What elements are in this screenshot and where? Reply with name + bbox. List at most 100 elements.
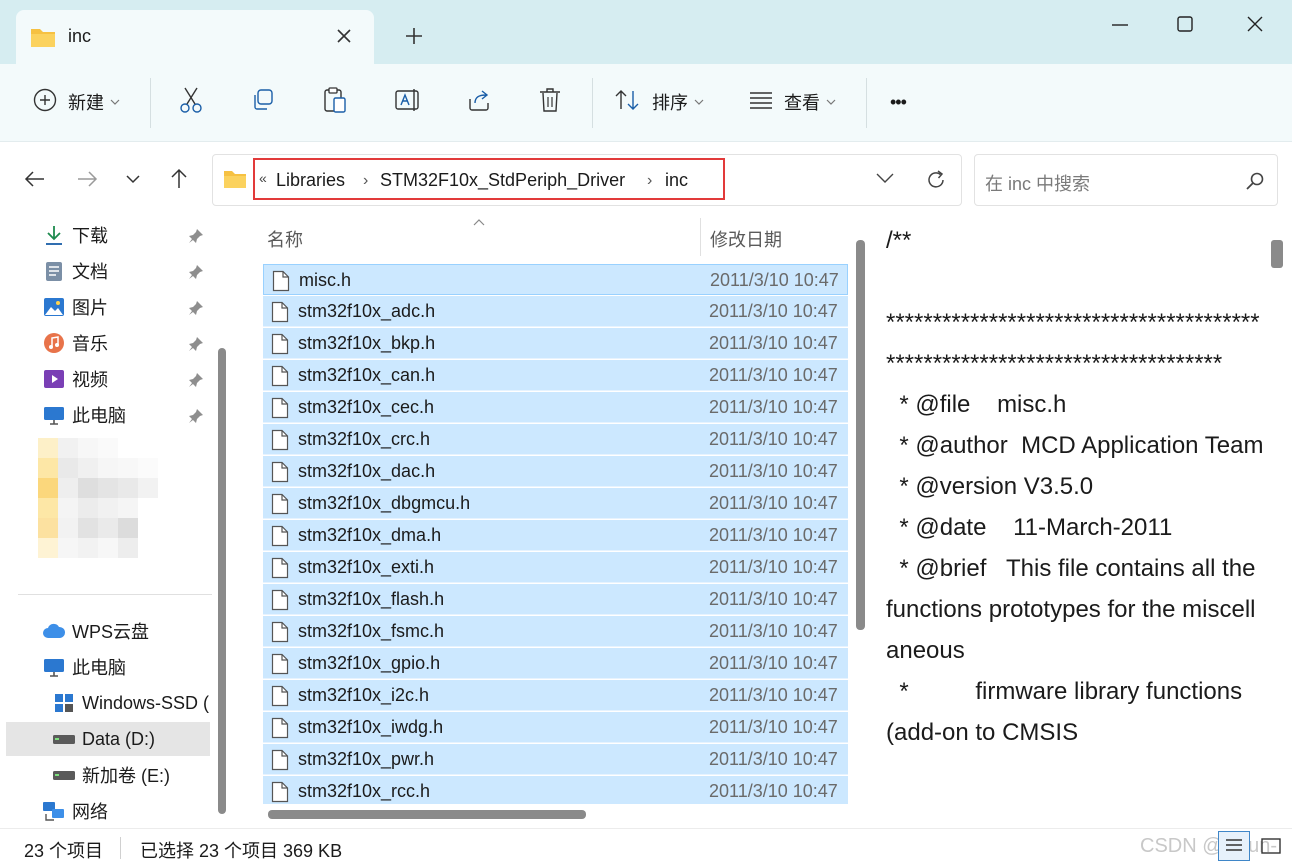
new-label: 新建: [68, 93, 104, 113]
up-arrow-icon[interactable]: [166, 166, 192, 192]
maximize-button[interactable]: [1164, 10, 1204, 40]
drive-icon: [52, 727, 76, 751]
download-icon: [42, 223, 66, 247]
tiles-view-icon[interactable]: [1258, 835, 1284, 862]
sidebar-item-new-volume-e[interactable]: 新加卷 (E:): [52, 758, 170, 792]
sidebar-item-documents[interactable]: 文档: [42, 254, 108, 288]
file-row[interactable]: stm32f10x_exti.h 2011/3/10 10:47: [263, 552, 848, 583]
address-history-chevron-icon[interactable]: [875, 171, 895, 190]
file-list-horizontal-scrollbar[interactable]: [268, 810, 586, 819]
sort-button[interactable]: 排序: [614, 84, 704, 120]
column-header-date-modified[interactable]: 修改日期: [710, 226, 782, 252]
delete-button[interactable]: [538, 84, 562, 120]
breadcrumb-driver[interactable]: STM32F10x_StdPeriph_Driver: [380, 170, 625, 191]
file-row[interactable]: stm32f10x_dac.h 2011/3/10 10:47: [263, 456, 848, 487]
rename-button[interactable]: [394, 84, 422, 120]
search-box[interactable]: 在 inc 中搜索: [974, 154, 1278, 206]
file-icon: [271, 301, 289, 328]
sidebar-item-music[interactable]: 音乐: [42, 326, 108, 360]
file-row[interactable]: stm32f10x_crc.h 2011/3/10 10:47: [263, 424, 848, 455]
sidebar-item-videos[interactable]: 视频: [42, 362, 108, 396]
tab-inc[interactable]: inc: [16, 10, 374, 64]
search-icon[interactable]: [1245, 171, 1265, 196]
back-arrow-icon[interactable]: [22, 166, 48, 192]
paste-button[interactable]: [322, 84, 348, 120]
cut-button[interactable]: [178, 84, 204, 120]
file-row[interactable]: stm32f10x_gpio.h 2011/3/10 10:47: [263, 648, 848, 679]
file-row[interactable]: stm32f10x_pwr.h 2011/3/10 10:47: [263, 744, 848, 775]
address-bar[interactable]: « Libraries › STM32F10x_StdPeriph_Driver…: [212, 154, 962, 206]
file-row[interactable]: stm32f10x_adc.h 2011/3/10 10:47: [263, 296, 848, 327]
breadcrumb-inc[interactable]: inc: [665, 170, 688, 191]
file-row[interactable]: stm32f10x_cec.h 2011/3/10 10:47: [263, 392, 848, 423]
file-row[interactable]: stm32f10x_dma.h 2011/3/10 10:47: [263, 520, 848, 551]
file-name: stm32f10x_pwr.h: [298, 749, 435, 769]
file-row[interactable]: misc.h 2011/3/10 10:47: [263, 264, 848, 295]
file-row[interactable]: stm32f10x_i2c.h 2011/3/10 10:47: [263, 680, 848, 711]
file-icon: [271, 589, 289, 616]
pin-icon[interactable]: [188, 408, 204, 429]
file-row[interactable]: stm32f10x_iwdg.h 2011/3/10 10:47: [263, 712, 848, 743]
sidebar-item-downloads[interactable]: 下载: [42, 218, 108, 252]
sidebar-item-data-d[interactable]: Data (D:): [6, 722, 210, 756]
sidebar-item-label: Windows-SSD (: [82, 692, 210, 713]
file-name: stm32f10x_cec.h: [298, 397, 435, 417]
file-name: stm32f10x_dbgmcu.h: [298, 493, 471, 513]
new-button[interactable]: 新建: [32, 84, 120, 120]
file-name: stm32f10x_dac.h: [298, 461, 436, 481]
pin-icon[interactable]: [188, 228, 204, 249]
selection-summary: 已选择 23 个项目 369 KB: [140, 841, 343, 861]
view-icon: [748, 89, 774, 116]
sidebar-divider: [18, 594, 212, 595]
pin-icon[interactable]: [188, 264, 204, 285]
breadcrumb: « Libraries › STM32F10x_StdPeriph_Driver…: [253, 158, 725, 200]
file-row[interactable]: stm32f10x_rcc.h 2011/3/10 10:47: [263, 776, 848, 804]
preview-scrollbar[interactable]: [1271, 240, 1283, 268]
pin-icon[interactable]: [188, 300, 204, 321]
details-view-icon[interactable]: [1218, 831, 1250, 861]
file-list-vertical-scrollbar[interactable]: [856, 240, 865, 630]
sidebar-item-wps-cloud[interactable]: WPS云盘: [42, 614, 149, 648]
file-row[interactable]: stm32f10x_fsmc.h 2011/3/10 10:47: [263, 616, 848, 647]
new-tab-button[interactable]: [402, 24, 426, 48]
sidebar-item-label: 图片: [72, 298, 108, 318]
sidebar-item-label: Data (D:): [82, 728, 156, 749]
breadcrumb-libraries[interactable]: Libraries: [276, 170, 345, 191]
column-divider[interactable]: [700, 218, 701, 256]
refresh-icon[interactable]: [925, 169, 947, 196]
sidebar-item-pictures[interactable]: 图片: [42, 290, 108, 324]
file-row[interactable]: stm32f10x_can.h 2011/3/10 10:47: [263, 360, 848, 391]
pin-icon[interactable]: [188, 372, 204, 393]
file-row[interactable]: stm32f10x_flash.h 2011/3/10 10:47: [263, 584, 848, 615]
file-rows: misc.h 2011/3/10 10:47 stm32f10x_adc.h 2011…: [263, 264, 848, 804]
file-row[interactable]: stm32f10x_bkp.h 2011/3/10 10:47: [263, 328, 848, 359]
file-date: 2011/3/10 10:47: [709, 397, 838, 417]
forward-arrow-icon[interactable]: [74, 166, 100, 192]
close-tab-icon[interactable]: [334, 26, 354, 46]
sidebar-item-this-pc[interactable]: 此电脑: [42, 650, 126, 684]
file-row[interactable]: stm32f10x_dbgmcu.h 2011/3/10 10:47: [263, 488, 848, 519]
copy-button[interactable]: [250, 84, 276, 120]
breadcrumb-separator[interactable]: ›: [363, 172, 368, 190]
sidebar-item-label: 网络: [72, 802, 108, 822]
file-date: 2011/3/10 10:47: [709, 493, 838, 513]
breadcrumb-separator[interactable]: ›: [647, 172, 652, 190]
file-date: 2011/3/10 10:47: [710, 270, 839, 290]
close-window-button[interactable]: [1234, 10, 1274, 40]
sidebar-item-windows-ssd[interactable]: Windows-SSD (: [52, 686, 209, 720]
more-options-button[interactable]: •••: [890, 84, 907, 120]
sidebar-item-network[interactable]: 网络: [42, 794, 108, 828]
column-header-name[interactable]: 名称: [267, 226, 303, 252]
minimize-button[interactable]: [1100, 10, 1140, 40]
file-name: stm32f10x_flash.h: [298, 589, 445, 609]
share-button[interactable]: [466, 84, 492, 120]
document-icon: [42, 259, 66, 283]
file-name: misc.h: [299, 270, 352, 290]
sidebar-scrollbar[interactable]: [218, 348, 226, 814]
view-button[interactable]: 查看: [748, 84, 836, 120]
sidebar-item-this-pc[interactable]: 此电脑: [42, 398, 126, 432]
sidebar-item-label: 文档: [72, 262, 108, 282]
pin-icon[interactable]: [188, 336, 204, 357]
recent-locations-icon[interactable]: [120, 166, 146, 192]
breadcrumb-overflow[interactable]: «: [259, 170, 267, 186]
